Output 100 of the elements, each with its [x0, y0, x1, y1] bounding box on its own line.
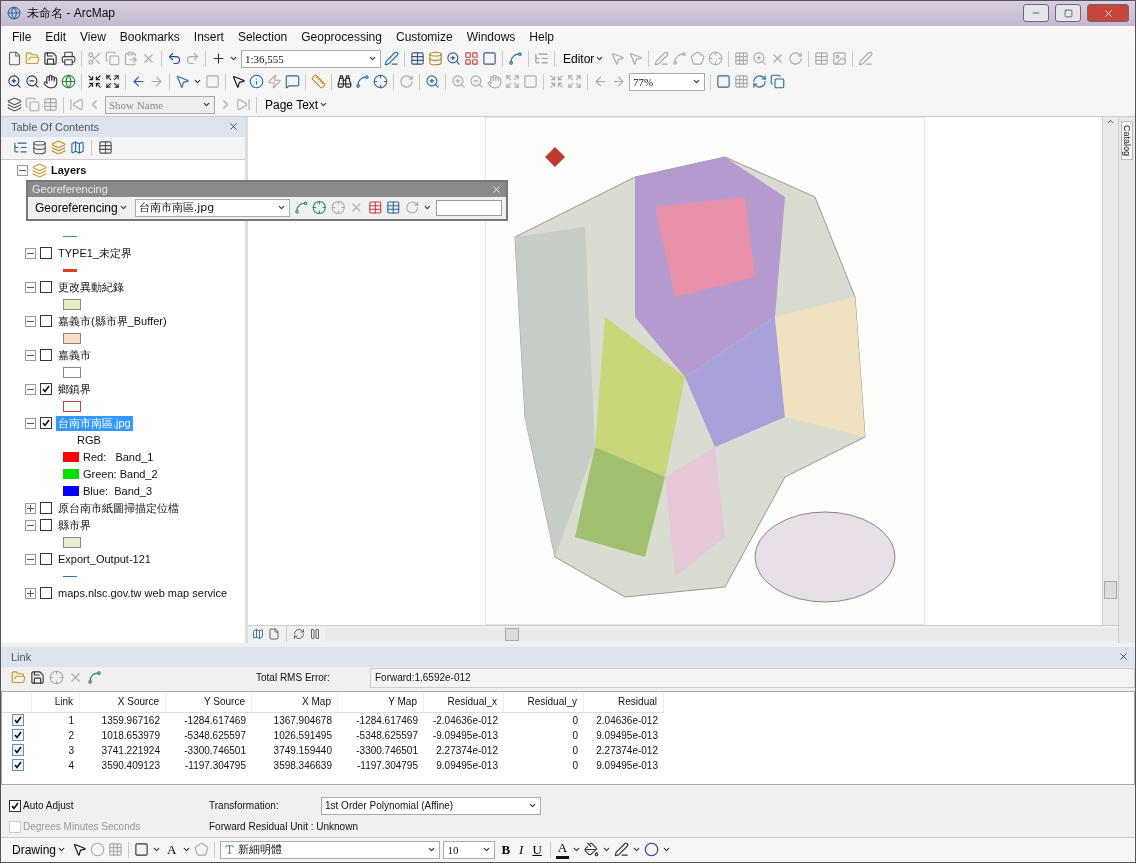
add-data-icon[interactable]	[211, 51, 226, 67]
fixed-zoom-in-icon[interactable]	[87, 74, 102, 90]
collapse-toggle[interactable]	[17, 165, 28, 176]
zoom-out-icon[interactable]	[25, 74, 40, 90]
layer-name[interactable]: 更改異動紀錄	[56, 280, 126, 295]
underline-button[interactable]: U	[529, 842, 545, 858]
layer-dropdown[interactable]: 台南市南區.jpg	[134, 199, 290, 217]
search-window-icon[interactable]	[446, 51, 461, 67]
scroll-up-icon[interactable]	[1106, 117, 1115, 126]
menu-item[interactable]: Edit	[38, 29, 74, 44]
page-text-menu[interactable]: Page Text	[262, 97, 332, 112]
back-icon[interactable]	[131, 74, 146, 90]
collapse-toggle[interactable]	[25, 282, 36, 293]
bold-button[interactable]: B	[498, 842, 514, 858]
layer-name[interactable]: maps.nlsc.gov.tw web map service	[56, 587, 230, 600]
minimize-button[interactable]	[1023, 4, 1049, 23]
layer-name[interactable]: Export_Output-121	[56, 553, 153, 566]
expand-toggle[interactable]	[25, 588, 36, 599]
grid-icon[interactable]	[43, 97, 58, 113]
maximize-button[interactable]	[1055, 4, 1081, 23]
collapse-toggle[interactable]	[25, 554, 36, 565]
menu-item[interactable]: Help	[522, 29, 562, 44]
text-tool-button[interactable]: A	[164, 842, 180, 858]
zoom-percent-field[interactable]: 77%	[629, 72, 705, 91]
link-checkbox[interactable]	[12, 714, 24, 727]
side-tab[interactable]: Catalog	[1121, 121, 1133, 160]
column-header[interactable]: Link	[32, 692, 80, 713]
layout-fixed-zoom-in-icon[interactable]	[549, 74, 564, 90]
column-header[interactable]: Residual	[584, 692, 664, 713]
data-frame-label[interactable]: Layers	[51, 164, 87, 177]
menu-item[interactable]: Selection	[230, 29, 295, 44]
menu-item[interactable]: File	[5, 29, 39, 44]
column-header[interactable]: X Source	[80, 692, 166, 713]
layers-icon[interactable]	[7, 97, 22, 113]
column-header[interactable]: X Map	[252, 692, 338, 713]
layer-name[interactable]: 原台南市紙圖掃描定位檔	[56, 501, 181, 516]
print-icon[interactable]	[61, 51, 76, 67]
data-view-icon[interactable]	[252, 628, 264, 641]
save-icon[interactable]	[30, 670, 45, 686]
menu-item[interactable]: View	[73, 29, 113, 44]
select-elements-icon[interactable]	[72, 842, 87, 858]
layer-checkbox[interactable]	[40, 553, 52, 566]
scale-field[interactable]: 1:36,555	[241, 50, 381, 68]
magnifier-icon[interactable]	[425, 74, 440, 90]
scroll-thumb[interactable]	[1104, 581, 1117, 599]
drawing-menu[interactable]: Drawing	[9, 843, 69, 857]
layer-checkbox[interactable]	[40, 247, 52, 260]
layer-checkbox[interactable]	[40, 281, 52, 294]
menu-item[interactable]: Windows	[459, 29, 523, 44]
layer-checkbox[interactable]	[40, 383, 52, 396]
marker-color-icon[interactable]	[644, 842, 660, 858]
measure-icon[interactable]	[311, 74, 326, 90]
collapse-toggle[interactable]	[25, 248, 36, 259]
expand-toggle[interactable]	[25, 503, 36, 514]
column-header[interactable]: Residual_y	[504, 692, 584, 713]
collapse-toggle[interactable]	[25, 384, 36, 395]
paste-icon[interactable]	[123, 51, 138, 67]
layer-checkbox[interactable]	[40, 315, 52, 328]
layer-checkbox[interactable]	[40, 587, 52, 600]
find-icon[interactable]	[337, 74, 352, 90]
layout-forward-icon[interactable]	[611, 74, 626, 90]
globe-icon[interactable]	[61, 74, 76, 90]
menu-item[interactable]: Customize	[388, 29, 460, 44]
column-header[interactable]: Y Source	[166, 692, 252, 713]
input-field[interactable]	[436, 200, 503, 216]
column-header[interactable]: Residual_x	[424, 692, 504, 713]
layer-checkbox[interactable]	[40, 519, 52, 532]
layer-name[interactable]: TYPE1_未定界	[56, 246, 134, 261]
layer-name[interactable]: 嘉義市	[56, 348, 93, 363]
menu-item[interactable]: Insert	[186, 29, 231, 44]
link-checkbox[interactable]	[12, 759, 24, 772]
vertical-scrollbar[interactable]	[1102, 117, 1118, 625]
georeferencing-menu[interactable]: Georeferencing	[32, 201, 131, 215]
fixed-zoom-out-icon[interactable]	[105, 74, 120, 90]
undo-icon[interactable]	[167, 51, 182, 67]
font-color-button[interactable]: A	[555, 840, 570, 860]
collapse-toggle[interactable]	[25, 418, 36, 429]
layer-checkbox[interactable]	[40, 417, 52, 430]
layout-view-icon[interactable]	[268, 628, 280, 641]
refresh-icon[interactable]	[293, 628, 305, 641]
zoom-in-icon[interactable]	[7, 74, 22, 90]
layer-name[interactable]: 鄉鎮界	[56, 382, 93, 397]
identify-icon[interactable]	[249, 74, 264, 90]
close-button[interactable]	[1087, 4, 1129, 23]
collapse-toggle[interactable]	[25, 520, 36, 531]
select-elements-icon[interactable]	[231, 74, 246, 90]
save-icon[interactable]	[43, 51, 58, 67]
close-icon[interactable]	[491, 184, 502, 195]
table-icon[interactable]	[410, 51, 425, 67]
layer-checkbox[interactable]	[40, 349, 52, 362]
layer-name[interactable]: 縣市界	[56, 518, 93, 533]
horizontal-scrollbar[interactable]	[325, 628, 1118, 641]
italic-button[interactable]: I	[516, 842, 527, 858]
font-size-dropdown[interactable]: 10	[443, 841, 496, 859]
column-header[interactable]: Y Map	[338, 692, 424, 713]
menu-item[interactable]: Bookmarks	[112, 29, 187, 44]
cut-icon[interactable]	[87, 51, 102, 67]
pan-icon[interactable]	[43, 74, 58, 90]
auto-adjust-checkbox[interactable]: Auto Adjust	[9, 800, 74, 812]
link-checkbox[interactable]	[12, 729, 24, 742]
